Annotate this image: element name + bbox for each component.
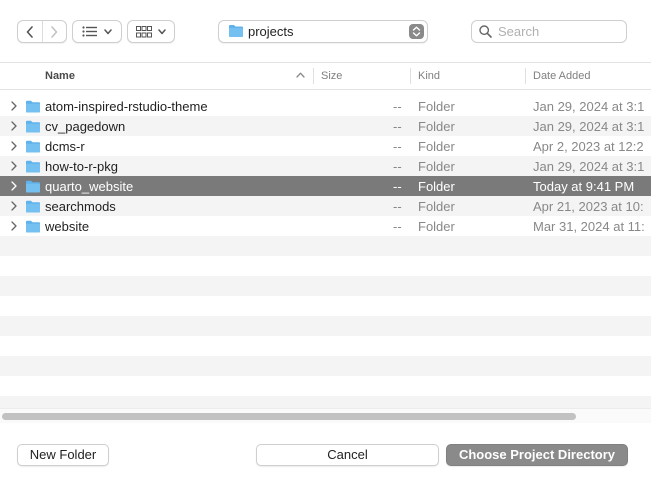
file-date-added: Mar 31, 2024 at 11: xyxy=(533,219,645,234)
file-list: atom-inspired-rstudio-theme -- Folder Ja… xyxy=(0,96,651,408)
search-input[interactable] xyxy=(498,23,620,39)
table-row[interactable]: cv_pagedown -- Folder Jan 29, 2024 at 3:… xyxy=(0,116,651,136)
file-size: -- xyxy=(393,199,402,214)
column-header-size[interactable]: Size xyxy=(321,63,342,89)
location-popup[interactable]: projects xyxy=(218,20,428,43)
search-icon xyxy=(479,25,492,38)
column-header-name[interactable]: Name xyxy=(45,63,75,89)
column-header-date-added[interactable]: Date Added xyxy=(533,63,591,89)
chevron-left-icon xyxy=(26,25,33,38)
column-header-bar: Name Size Kind Date Added xyxy=(0,62,651,90)
file-size: -- xyxy=(393,119,402,134)
location-label: projects xyxy=(248,24,294,39)
folder-icon xyxy=(26,160,40,173)
chevron-right-icon xyxy=(51,25,58,38)
folder-icon xyxy=(26,120,40,133)
empty-row xyxy=(0,276,651,296)
cancel-button[interactable]: Cancel xyxy=(256,444,439,466)
file-name: website xyxy=(45,219,90,234)
sort-ascending-icon[interactable] xyxy=(296,72,305,78)
empty-row xyxy=(0,256,651,276)
list-icon xyxy=(82,26,97,37)
file-name: atom-inspired-rstudio-theme xyxy=(45,99,208,114)
empty-row xyxy=(0,356,651,376)
table-row[interactable]: dcms-r -- Folder Apr 2, 2023 at 12:2 xyxy=(0,136,651,156)
table-row[interactable]: searchmods -- Folder Apr 21, 2023 at 10: xyxy=(0,196,651,216)
file-size: -- xyxy=(393,179,402,194)
file-date-added: Apr 21, 2023 at 10: xyxy=(533,199,644,214)
table-row[interactable]: how-to-r-pkg -- Folder Jan 29, 2024 at 3… xyxy=(0,156,651,176)
file-date-added: Jan 29, 2024 at 3:1 xyxy=(533,119,645,134)
file-size: -- xyxy=(393,139,402,154)
disclosure-chevron-icon[interactable] xyxy=(11,201,17,211)
table-row[interactable]: atom-inspired-rstudio-theme -- Folder Ja… xyxy=(0,96,651,116)
file-date-added: Jan 29, 2024 at 3:1 xyxy=(533,159,645,174)
table-row[interactable]: website -- Folder Mar 31, 2024 at 11: xyxy=(0,216,651,236)
horizontal-scrollbar[interactable] xyxy=(0,408,651,423)
column-divider[interactable] xyxy=(313,68,314,84)
forward-button[interactable] xyxy=(41,21,67,42)
file-name: dcms-r xyxy=(45,139,85,154)
scrollbar-thumb[interactable] xyxy=(2,413,576,420)
chevron-down-icon xyxy=(158,28,166,34)
disclosure-chevron-icon[interactable] xyxy=(11,101,17,111)
folder-icon xyxy=(26,100,40,113)
file-name: quarto_website xyxy=(45,179,134,194)
empty-row xyxy=(0,336,651,356)
folder-icon xyxy=(229,25,243,37)
column-header-kind[interactable]: Kind xyxy=(418,63,440,89)
disclosure-chevron-icon[interactable] xyxy=(11,121,17,131)
file-size: -- xyxy=(393,219,402,234)
table-row-selected[interactable]: quarto_website -- Folder Today at 9:41 P… xyxy=(0,176,651,196)
folder-icon xyxy=(26,220,40,233)
file-date-added: Today at 9:41 PM xyxy=(533,179,635,194)
navigation-buttons xyxy=(17,20,67,43)
chevron-down-icon xyxy=(104,28,112,34)
back-button[interactable] xyxy=(18,21,42,42)
group-view-button[interactable] xyxy=(127,20,175,43)
choose-project-directory-button[interactable]: Choose Project Directory xyxy=(446,444,628,466)
dialog-footer: New Folder Cancel Choose Project Directo… xyxy=(0,423,651,484)
file-kind: Folder xyxy=(418,179,455,194)
search-field[interactable] xyxy=(471,20,627,43)
column-divider[interactable] xyxy=(525,68,526,84)
new-folder-button[interactable]: New Folder xyxy=(17,444,109,466)
grid-icon xyxy=(136,25,152,37)
empty-row xyxy=(0,236,651,256)
file-kind: Folder xyxy=(418,199,455,214)
file-kind: Folder xyxy=(418,139,455,154)
empty-row xyxy=(0,376,651,396)
file-kind: Folder xyxy=(418,99,455,114)
file-name: cv_pagedown xyxy=(45,119,126,134)
file-size: -- xyxy=(393,99,402,114)
file-kind: Folder xyxy=(418,159,455,174)
disclosure-chevron-icon[interactable] xyxy=(11,161,17,171)
up-down-stepper-icon xyxy=(409,24,424,39)
file-kind: Folder xyxy=(418,219,455,234)
file-date-added: Apr 2, 2023 at 12:2 xyxy=(533,139,644,154)
file-name: how-to-r-pkg xyxy=(45,159,118,174)
folder-icon xyxy=(26,180,40,193)
disclosure-chevron-icon[interactable] xyxy=(11,221,17,231)
folder-icon xyxy=(26,200,40,213)
empty-row xyxy=(0,296,651,316)
file-size: -- xyxy=(393,159,402,174)
file-date-added: Jan 29, 2024 at 3:1 xyxy=(533,99,645,114)
empty-row xyxy=(0,396,651,408)
file-name: searchmods xyxy=(45,199,116,214)
disclosure-chevron-icon[interactable] xyxy=(11,181,17,191)
column-divider[interactable] xyxy=(410,68,411,84)
file-kind: Folder xyxy=(418,119,455,134)
empty-row xyxy=(0,316,651,336)
folder-icon xyxy=(26,140,40,153)
list-view-button[interactable] xyxy=(72,20,122,43)
toolbar: projects xyxy=(0,0,651,62)
disclosure-chevron-icon[interactable] xyxy=(11,141,17,151)
